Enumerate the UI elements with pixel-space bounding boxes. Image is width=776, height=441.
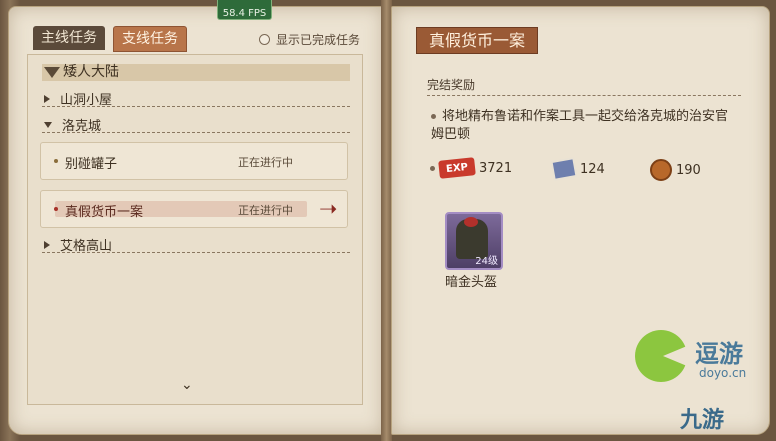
bullet-icon xyxy=(430,165,435,171)
watermark-brand-secondary: 九游 xyxy=(680,408,725,433)
show-completed-label: 显示已完成任务 xyxy=(276,33,361,47)
quest-status: 正在进行中 xyxy=(238,204,293,217)
divider xyxy=(42,106,350,107)
logo-mouth xyxy=(663,346,687,366)
divider xyxy=(427,95,741,96)
quest-name: 真假货币一案 xyxy=(65,205,144,220)
watermark-brand: 逗游 xyxy=(695,340,743,368)
reward-coin: 190 xyxy=(650,159,701,181)
watermark: 逗游 doyo.cn 九游 xyxy=(635,330,775,440)
bullet-icon xyxy=(54,207,58,211)
quest-status: 正在进行中 xyxy=(238,156,293,169)
collapse-triangle-icon xyxy=(44,67,60,78)
reward-book: 124 xyxy=(550,157,605,181)
item-level: 24级 xyxy=(475,256,498,267)
quest-name: 别碰罐子 xyxy=(65,157,118,172)
rewards-section-title: 完结奖励 xyxy=(427,78,476,92)
region-label: 矮人大陆 xyxy=(63,64,119,80)
collapse-arrow-icon xyxy=(44,121,52,128)
navigate-arrow-icon[interactable]: ➝ xyxy=(319,197,337,222)
quest-item[interactable]: 别碰罐子 正在进行中 xyxy=(40,142,348,180)
quest-item-selected[interactable]: 真假货币一案 正在进行中 ➝ xyxy=(40,190,348,228)
bullet-icon xyxy=(54,159,58,163)
quest-title: 真假货币一案 xyxy=(416,27,539,54)
coin-icon xyxy=(650,159,672,181)
book-value: 124 xyxy=(580,161,605,177)
watermark-domain: doyo.cn xyxy=(699,366,747,380)
exp-value: 3721 xyxy=(479,160,513,176)
tab-side-quests[interactable]: 支线任务 xyxy=(113,26,187,52)
expand-arrow-icon xyxy=(44,240,50,249)
reward-item-slot[interactable]: 24级 xyxy=(445,212,503,270)
coin-value: 190 xyxy=(676,162,701,178)
helmet-plume xyxy=(464,217,478,227)
bullet-icon xyxy=(431,114,436,119)
tab-main-quests[interactable]: 主线任务 xyxy=(33,26,105,50)
exp-icon: EXP xyxy=(438,157,476,179)
fps-counter: 58.4 FPS xyxy=(217,0,272,20)
region-header[interactable]: 矮人大陆 xyxy=(42,64,350,81)
item-name: 暗金头盔 xyxy=(445,275,498,290)
description-text: 将地精布鲁诺和作案工具一起交给洛克城的治安官姆巴顿 xyxy=(431,109,729,142)
scroll-down-chevron-icon[interactable]: ⌄ xyxy=(181,377,193,393)
book-icon xyxy=(550,157,578,181)
divider xyxy=(42,252,350,253)
radio-icon xyxy=(259,34,270,45)
divider xyxy=(42,132,350,133)
expand-arrow-icon xyxy=(44,94,50,103)
quest-description: 将地精布鲁诺和作案工具一起交给洛克城的治安官姆巴顿 xyxy=(431,108,731,144)
reward-exp: EXP 3721 xyxy=(430,157,513,179)
show-completed-toggle[interactable]: 显示已完成任务 xyxy=(259,31,360,48)
